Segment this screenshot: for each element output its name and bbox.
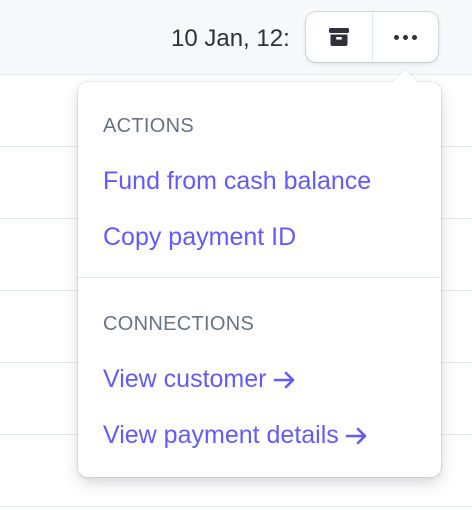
actions-dropdown-menu: ACTIONS Fund from cash balance Copy paym… <box>78 69 441 477</box>
actions-section-header: ACTIONS <box>103 115 194 137</box>
menu-item-label: Copy payment ID <box>103 223 297 251</box>
menu-divider <box>78 277 441 278</box>
menu-item-copy-payment-id[interactable]: Copy payment ID <box>103 222 296 252</box>
menu-item-label: View customer <box>103 365 267 393</box>
arrow-right-icon <box>345 427 367 445</box>
more-button[interactable] <box>371 12 439 62</box>
payments-page: 10 Jan, 12: ACTIONS Fund from cash balan… <box>0 0 472 510</box>
menu-item-fund-from-cash-balance[interactable]: Fund from cash balance <box>103 166 371 196</box>
archive-icon <box>328 28 349 46</box>
row-date: 10 Jan, 12: <box>171 25 290 52</box>
menu-item-label: Fund from cash balance <box>103 167 372 195</box>
menu-item-view-customer[interactable]: View customer <box>103 364 297 394</box>
menu-item-label: View payment details <box>103 421 339 449</box>
archive-button[interactable] <box>306 12 372 62</box>
more-horizontal-icon <box>393 34 417 40</box>
arrow-right-icon <box>273 371 294 389</box>
row-action-button-group <box>306 12 438 62</box>
connections-section-header: CONNECTIONS <box>103 313 255 335</box>
menu-item-view-payment-details[interactable]: View payment details <box>103 420 369 450</box>
table-row-divider <box>0 506 472 507</box>
